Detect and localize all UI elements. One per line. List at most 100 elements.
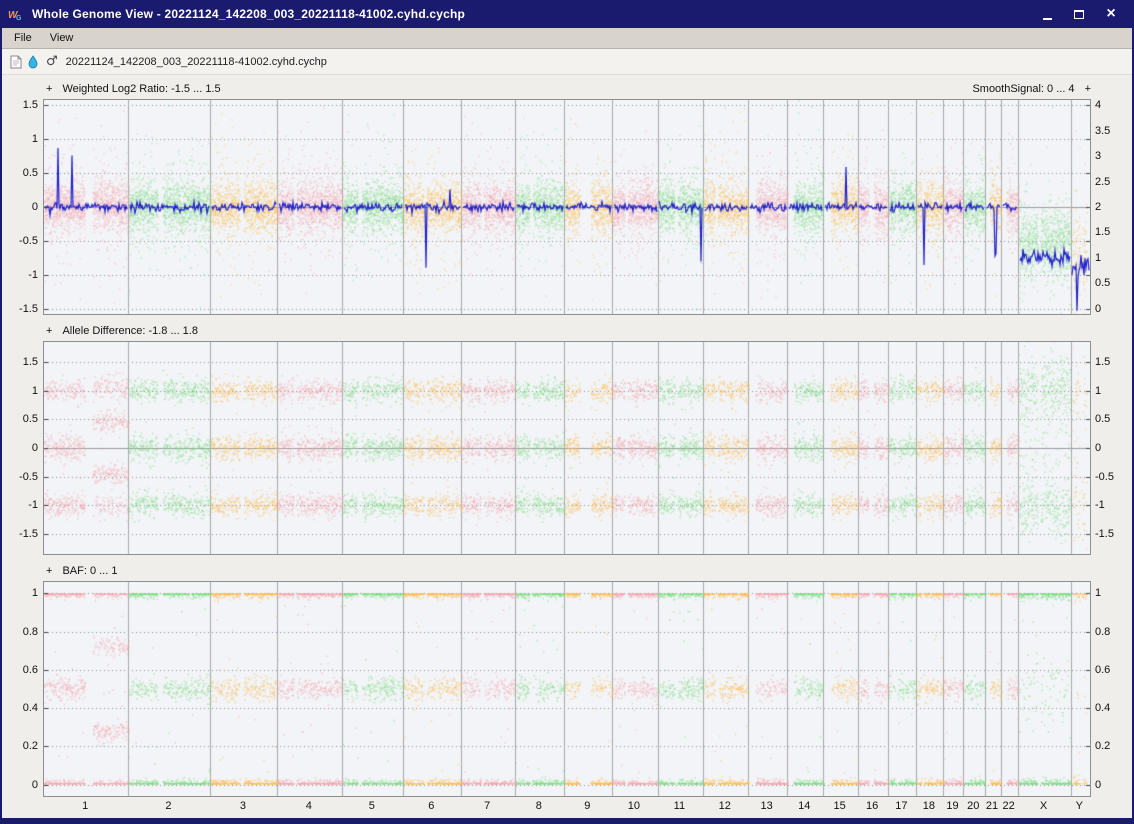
chromosome-label: 20 <box>967 800 980 812</box>
y-axis-tick-label: -0.5 <box>1095 470 1114 483</box>
sample-file-name: 20221124_142208_003_20221118-41002.cyhd.… <box>65 55 327 68</box>
chromosome-label: 14 <box>798 800 811 812</box>
app-icon: W G <box>8 6 26 22</box>
y-axis-tick-label: 0.6 <box>22 663 38 676</box>
panel-title-weighted-log2: Weighted Log2 Ratio: -1.5 ... 1.5 <box>62 82 221 95</box>
y-axis-tick-label: 0.2 <box>22 740 38 753</box>
weighted-log2-plot-row: 1.5 1 0.5 0 -0.5 -1 -1.5 4 3.5 3 2.5 2 1.5 1 0.5 0 <box>2 99 1132 315</box>
y-axis-tick-label: -1.5 <box>19 302 38 315</box>
window-controls: × <box>1038 5 1126 23</box>
expand-track-button[interactable]: + <box>46 325 52 337</box>
y-axis-tick-label: 1 <box>31 133 38 146</box>
chromosome-label: 5 <box>368 800 375 812</box>
male-sex-icon: ♂ <box>46 54 58 69</box>
svg-text:G: G <box>16 15 22 21</box>
baf-plot-row: 1 0.8 0.6 0.4 0.2 0 1 0.8 0.6 0.4 0.2 0 <box>2 581 1132 797</box>
file-icon[interactable] <box>10 55 22 69</box>
window-bottom-border <box>2 818 1132 824</box>
chromosome-label: 19 <box>946 800 959 812</box>
chromosome-label: 11 <box>673 800 686 812</box>
titlebar: W G Whole Genome View - 20221124_142208_… <box>2 0 1132 28</box>
y-axis-tick-label: 0 <box>1095 442 1102 454</box>
maximize-icon <box>1074 9 1084 19</box>
chromosome-label: X <box>1039 800 1048 812</box>
application-window: W G Whole Genome View - 20221124_142208_… <box>0 0 1134 824</box>
y-axis-tick-label: -1 <box>28 499 38 512</box>
close-icon: × <box>1106 5 1116 22</box>
maximize-button[interactable] <box>1070 5 1088 23</box>
y-axis-tick-label: -1 <box>28 268 38 281</box>
chromosome-label: 18 <box>922 800 936 812</box>
chromosome-label: 21 <box>985 800 999 812</box>
chromosome-label: 3 <box>239 800 247 812</box>
weighted-log2-ratio-plot[interactable] <box>43 99 1091 315</box>
y-axis-tick-label: 0 <box>31 442 38 454</box>
y-axis-tick-label: 0.4 <box>22 702 38 715</box>
y-axis-tick-label: 0 <box>31 778 38 791</box>
panel-title-baf: BAF: 0 ... 1 <box>62 564 118 577</box>
y-axis-tick-label: 1.5 <box>22 99 38 112</box>
y-axis-tick-label: 0.5 <box>22 413 38 426</box>
y-axis-tick-label: 1 <box>1095 251 1102 264</box>
chromosome-label: 8 <box>535 800 542 812</box>
expand-track-button[interactable]: + <box>46 565 52 577</box>
menu-file[interactable]: File <box>5 30 41 46</box>
allele-difference-plot-row: 1.5 1 0.5 0 -0.5 -1 -1.5 1.5 1 0.5 0 -0.5 -1 -1.5 <box>2 341 1132 555</box>
y-axis-tick-label: 4 <box>1095 99 1102 112</box>
chromosome-label: 22 <box>1002 800 1015 812</box>
y-axis-tick-label: 0.2 <box>1095 740 1111 753</box>
y-axis-tick-label: 0.8 <box>1095 625 1111 638</box>
chromosome-label: 7 <box>484 800 491 812</box>
y-axis-tick-label: 0.5 <box>22 167 38 180</box>
panel-title-allele-difference: Allele Difference: -1.8 ... 1.8 <box>62 324 198 337</box>
allele-difference-plot[interactable] <box>43 341 1091 555</box>
sample-toolbar: ♂ 20221124_142208_003_20221118-41002.cyh… <box>2 49 1132 75</box>
y-axis-tick-label: 1.5 <box>1095 226 1111 239</box>
chromosome-label: 2 <box>165 800 172 812</box>
y-axis-tick-label: 1.5 <box>1095 356 1111 369</box>
chromosome-label: 9 <box>584 800 591 812</box>
chromosome-label: 16 <box>865 800 879 812</box>
y-axis-tick-label: 1.5 <box>22 356 38 369</box>
y-axis-tick-label: 0 <box>1095 302 1102 315</box>
chromosome-label: 6 <box>428 800 435 812</box>
y-axis-tick-label: -0.5 <box>19 470 38 483</box>
y-axis-tick-label: 0 <box>31 201 38 213</box>
menu-view[interactable]: View <box>41 30 83 46</box>
chromosome-label: 13 <box>760 800 773 812</box>
chromosome-label: Y <box>1075 800 1084 812</box>
chromosome-label: 1 <box>82 800 89 812</box>
menu-bar: File View <box>2 28 1132 49</box>
y-axis-tick-label: 0.8 <box>22 625 38 638</box>
baf-plot[interactable] <box>43 581 1091 797</box>
minimize-button[interactable] <box>1038 5 1056 23</box>
y-axis-tick-label: -0.5 <box>19 234 38 247</box>
panel-header-weighted-log2: + Weighted Log2 Ratio: -1.5 ... 1.5 Smoo… <box>2 81 1132 96</box>
chromosome-axis: 1 2 3 4 5 6 7 8 9 10 11 12 13 14 15 16 17 18 19 20 21 22 X Y <box>2 799 1132 815</box>
y-axis-tick-label: 1 <box>31 384 38 397</box>
y-axis-tick-label: 0 <box>1095 778 1102 791</box>
minimize-icon <box>1042 17 1052 20</box>
whole-genome-view: + Weighted Log2 Ratio: -1.5 ... 1.5 Smoo… <box>2 75 1132 818</box>
chromosome-label: 10 <box>627 800 640 812</box>
window-title: Whole Genome View - 20221124_142208_003_… <box>32 7 466 21</box>
expand-track-button[interactable]: + <box>1085 83 1091 95</box>
panel-header-allele-difference: + Allele Difference: -1.8 ... 1.8 <box>2 323 1132 338</box>
chromosome-label: 4 <box>305 800 312 812</box>
y-axis-tick-label: 2.5 <box>1095 175 1111 188</box>
y-axis-tick-label: -1.5 <box>1095 527 1114 540</box>
y-axis-tick-label: 2 <box>1095 201 1102 213</box>
panel-header-baf: + BAF: 0 ... 1 <box>2 563 1132 578</box>
y-axis-tick-label: 0.5 <box>1095 277 1111 290</box>
marker-pin-icon[interactable] <box>28 54 38 69</box>
chromosome-label: 12 <box>718 800 731 812</box>
expand-track-button[interactable]: + <box>46 83 52 95</box>
y-axis-tick-label: 3.5 <box>1095 124 1111 137</box>
y-axis-tick-label: 1 <box>1095 587 1102 600</box>
y-axis-tick-label: 3 <box>1095 150 1102 163</box>
y-axis-tick-label: 0.6 <box>1095 663 1111 676</box>
close-button[interactable]: × <box>1102 5 1120 23</box>
chromosome-label: 17 <box>895 800 908 812</box>
y-axis-tick-label: 1 <box>31 587 38 600</box>
panel-title-smooth-signal: SmoothSignal: 0 ... 4 <box>972 82 1075 95</box>
